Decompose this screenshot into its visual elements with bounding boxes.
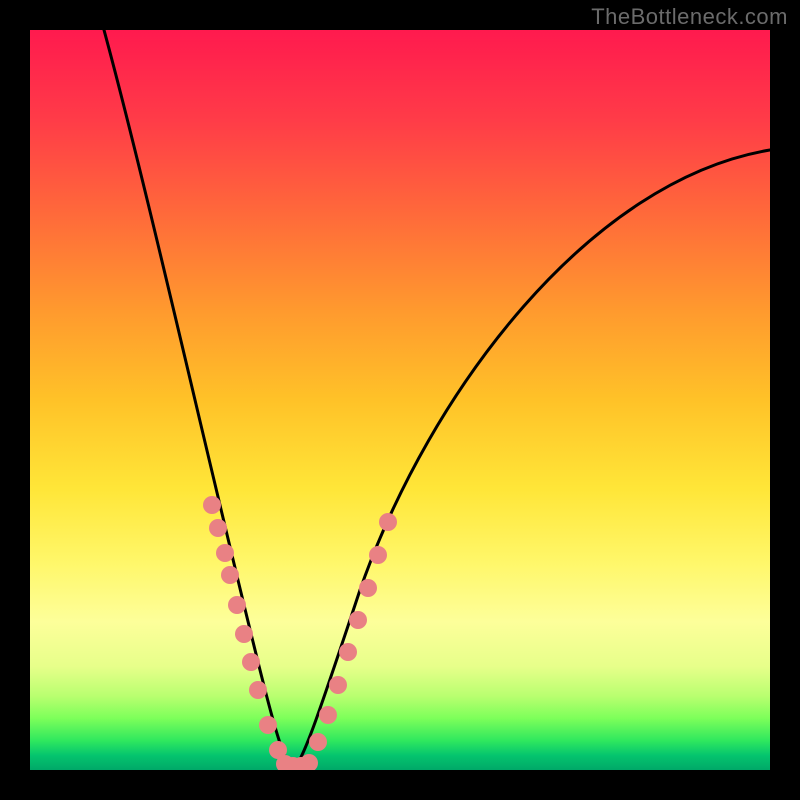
curve-path — [104, 30, 770, 768]
bottom-marker-dots — [276, 754, 318, 770]
left-marker-dots — [203, 496, 287, 759]
watermark-text: TheBottleneck.com — [591, 4, 788, 30]
right-marker-dots — [309, 513, 397, 751]
plot-area — [30, 30, 770, 770]
bottleneck-curve-layer — [30, 30, 770, 770]
